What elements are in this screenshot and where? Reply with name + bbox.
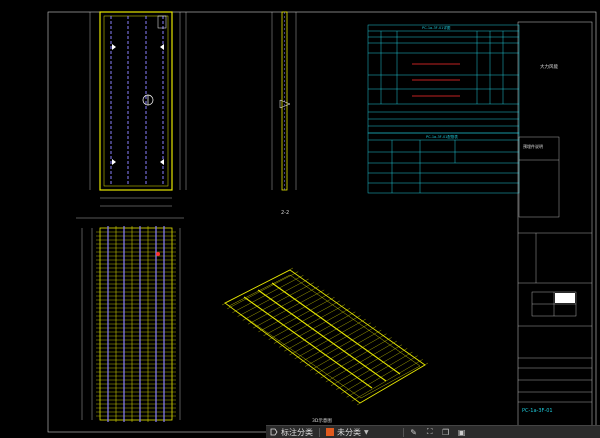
category-dropdown[interactable]: 未分类 ▼ <box>322 426 373 438</box>
notes-title: 预埋件说明 <box>523 143 543 149</box>
rebar-plan-bottom <box>76 217 184 422</box>
isometric-view <box>221 267 429 406</box>
iso-rebar-bar <box>310 329 382 371</box>
chevron-down-icon: ▼ <box>364 428 369 436</box>
category-dropdown-label: 未分类 <box>337 427 361 437</box>
drawing-number: PC-1a-3F-01 <box>522 408 553 414</box>
tag-category-label: 标注分类 <box>281 427 313 437</box>
iso-rebar-bar <box>268 300 340 340</box>
plan-view-top <box>89 11 187 207</box>
toolbar-separator <box>319 427 320 437</box>
title-block <box>518 232 592 403</box>
tag-icon <box>270 428 278 436</box>
copy-icon[interactable]: ❐ <box>440 427 452 437</box>
table-embeds <box>367 132 520 194</box>
iso-caption: 3D示意图 <box>312 417 332 424</box>
iso-rebar-bar <box>294 319 366 359</box>
iso-rebar-bar <box>320 337 392 379</box>
table-rebar <box>367 24 520 134</box>
tag-category-button[interactable]: 标注分类 <box>266 426 317 438</box>
crop-icon[interactable]: ⛶ <box>424 427 436 437</box>
iso-rebar-bar <box>289 315 361 356</box>
iso-rebar-bar <box>315 333 387 375</box>
iso-rebar-bar <box>330 344 403 386</box>
table-2-title: PC-1a-3F-01配筋表 <box>426 134 458 139</box>
paste-icon[interactable]: ▣ <box>456 427 468 437</box>
title-block-vertical: 大力风能 <box>540 63 558 70</box>
iso-rebar-bar <box>279 308 351 348</box>
notes-box <box>518 136 560 218</box>
iso-rebar-bar <box>258 293 330 333</box>
section-label: 2-2 <box>281 210 289 216</box>
table-1-title: PC-1a-3F-01详图 <box>422 25 451 30</box>
iso-rebar-bar <box>299 322 371 363</box>
iso-rebar-bar <box>304 326 377 367</box>
edit-icon[interactable]: ✎ <box>408 427 420 437</box>
iso-rebar-bar <box>325 340 397 383</box>
title-block-border <box>517 21 593 428</box>
title-block-fill <box>555 293 575 303</box>
bottom-toolbar: 标注分类 未分类 ▼ ✎ ⛶ ❐ ▣ <box>266 425 600 438</box>
cad-drawing-canvas[interactable]: 2-2 3D示意图 PC-1a-3F-01详图 PC-1a-3F-01配筋表 预… <box>0 0 600 437</box>
iso-rebar-bar <box>263 297 335 336</box>
category-color-swatch <box>326 428 334 436</box>
iso-rebar-bar <box>284 311 356 352</box>
toolbar-separator <box>402 427 404 437</box>
iso-rebar-bar <box>273 304 346 344</box>
section-view-2-2 <box>271 11 297 191</box>
